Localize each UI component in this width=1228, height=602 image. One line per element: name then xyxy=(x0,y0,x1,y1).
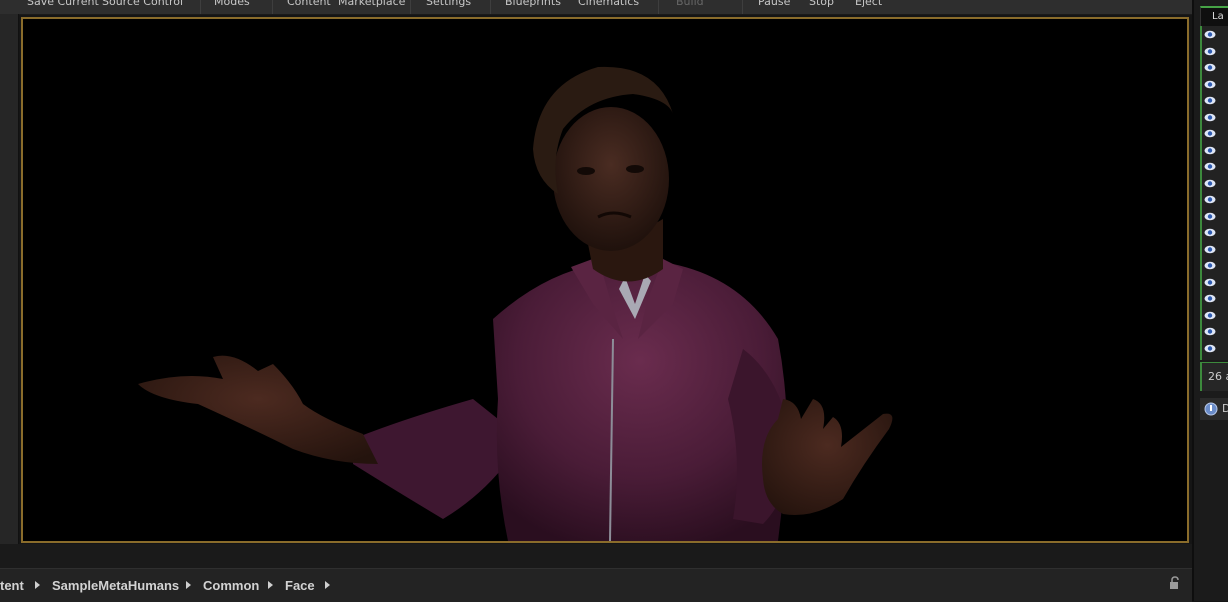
toolbar-separator xyxy=(200,0,201,14)
level-viewport[interactable] xyxy=(21,17,1189,543)
outliner-visibility-eye-icon[interactable] xyxy=(1204,63,1216,73)
breadcrumb-arrow-icon[interactable] xyxy=(186,581,191,589)
content-browser-toolbar xyxy=(0,544,1192,568)
outliner-tab[interactable]: La xyxy=(1200,6,1228,28)
breadcrumb-arrow-icon[interactable] xyxy=(35,581,40,589)
content-browser-path-bar: tent SampleMetaHumans Common Face xyxy=(0,568,1192,602)
save-current-button[interactable]: Save Current xyxy=(27,0,99,8)
toolbar-separator xyxy=(410,0,411,14)
outliner-visibility-eye-icon[interactable] xyxy=(1204,162,1216,172)
toolbar-separator xyxy=(272,0,273,14)
breadcrumb-content[interactable]: tent xyxy=(0,578,24,593)
outliner-visibility-eye-icon[interactable] xyxy=(1204,30,1216,40)
cinematics-button[interactable]: Cinematics xyxy=(578,0,639,8)
breadcrumb-arrow-icon[interactable] xyxy=(268,581,273,589)
content-button[interactable]: Content xyxy=(287,0,331,8)
outliner-visibility-eye-icon[interactable] xyxy=(1204,179,1216,189)
metahuman-character xyxy=(138,66,893,541)
source-control-button[interactable]: Source Control xyxy=(102,0,183,8)
outliner-visibility-eye-icon[interactable] xyxy=(1204,245,1216,255)
breadcrumb-face[interactable]: Face xyxy=(285,578,315,593)
details-icon xyxy=(1204,402,1218,416)
toolbar-separator xyxy=(658,0,659,14)
outliner-visibility-eye-icon[interactable] xyxy=(1204,344,1216,354)
toolbar-separator xyxy=(742,0,743,14)
outliner-visibility-eye-icon[interactable] xyxy=(1204,129,1216,139)
breadcrumb-samplemetahumans[interactable]: SampleMetaHumans xyxy=(52,578,179,593)
outliner-visibility-eye-icon[interactable] xyxy=(1204,278,1216,288)
details-tab[interactable]: D xyxy=(1200,398,1228,420)
outliner-visibility-eye-icon[interactable] xyxy=(1204,228,1216,238)
breadcrumb-common[interactable]: Common xyxy=(203,578,259,593)
main-toolbar: Save Current Source Control Modes Conten… xyxy=(0,0,1192,15)
outliner-visibility-eye-icon[interactable] xyxy=(1204,294,1216,304)
settings-button[interactable]: Settings xyxy=(426,0,471,8)
stop-button[interactable]: Stop xyxy=(809,0,834,8)
outliner-visibility-eye-icon[interactable] xyxy=(1204,261,1216,271)
marketplace-button[interactable]: Marketplace xyxy=(338,0,405,8)
world-outliner-panel: La 26 a D xyxy=(1192,0,1228,601)
outliner-visibility-eye-icon[interactable] xyxy=(1204,47,1216,57)
outliner-visibility-eye-icon[interactable] xyxy=(1204,113,1216,123)
breadcrumb-arrow-icon[interactable] xyxy=(325,581,330,589)
pause-button[interactable]: Pause xyxy=(758,0,790,8)
outliner-tab-label: La xyxy=(1212,11,1224,22)
outliner-visibility-eye-icon[interactable] xyxy=(1204,96,1216,106)
eject-button[interactable]: Eject xyxy=(855,0,882,8)
left-panel-edge xyxy=(0,14,19,544)
outliner-visibility-eye-icon[interactable] xyxy=(1204,146,1216,156)
details-tab-label: D xyxy=(1222,402,1228,415)
blueprints-button[interactable]: Blueprints xyxy=(505,0,561,8)
outliner-visibility-eye-icon[interactable] xyxy=(1204,212,1216,222)
toolbar-separator xyxy=(490,0,491,14)
outliner-actor-count: 26 a xyxy=(1200,362,1228,391)
build-button[interactable]: Build xyxy=(676,0,704,8)
outliner-visibility-eye-icon[interactable] xyxy=(1204,311,1216,321)
modes-button[interactable]: Modes xyxy=(214,0,250,8)
lock-icon[interactable] xyxy=(1168,576,1182,590)
outliner-visibility-eye-icon[interactable] xyxy=(1204,80,1216,90)
actor-count-text: 26 a xyxy=(1208,370,1228,383)
outliner-list[interactable] xyxy=(1200,26,1228,360)
outliner-visibility-eye-icon[interactable] xyxy=(1204,195,1216,205)
outliner-visibility-eye-icon[interactable] xyxy=(1204,327,1216,337)
